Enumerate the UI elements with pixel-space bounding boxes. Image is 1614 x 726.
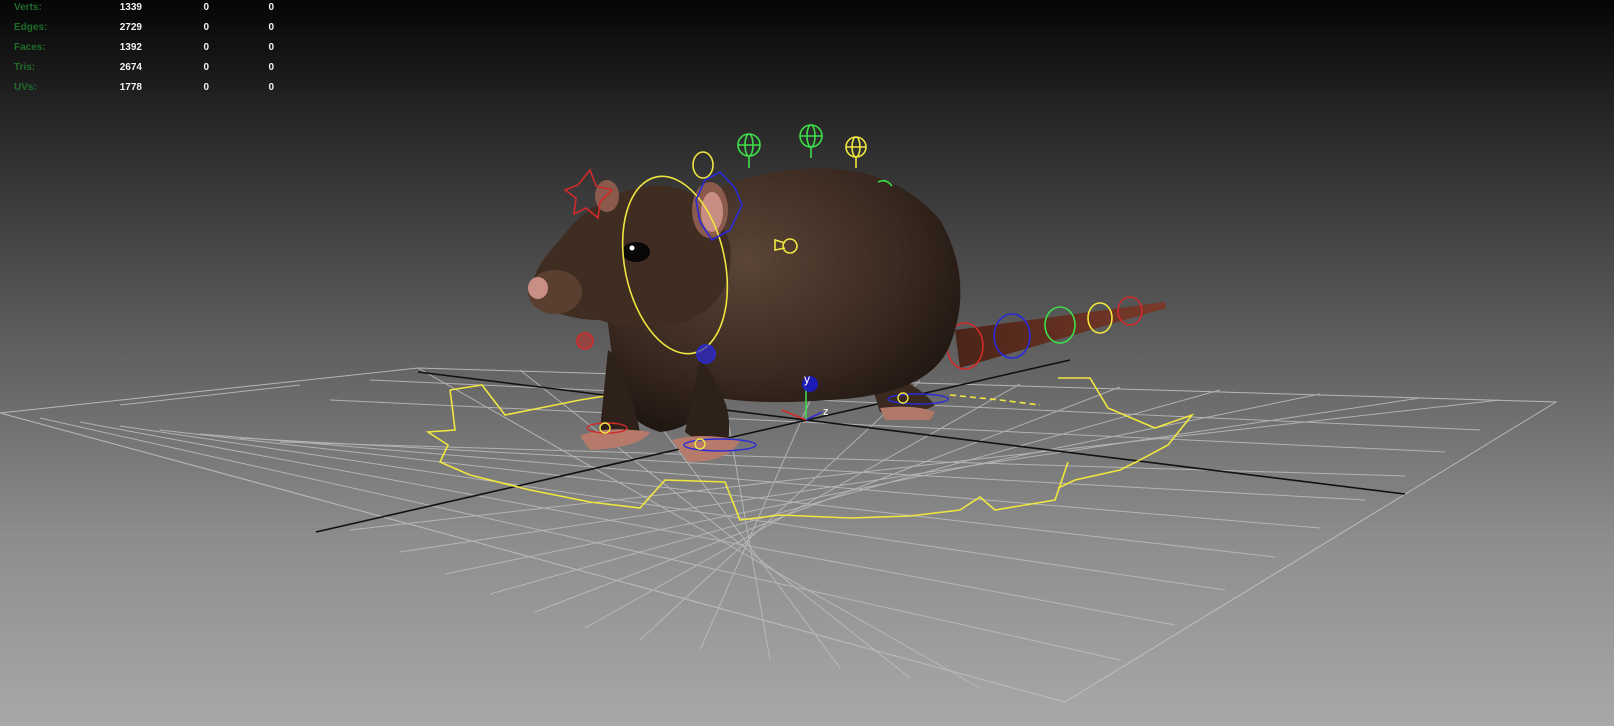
rat-tail — [955, 302, 1166, 368]
rat-model[interactable] — [528, 168, 961, 462]
hud-value: 1778 — [119, 82, 142, 93]
scene-canvas[interactable]: y z — [0, 0, 1614, 726]
grid-floor — [0, 367, 1558, 703]
hud-value: 1392 — [119, 42, 142, 53]
hud-value: 1339 — [119, 2, 142, 13]
hud-value: 0 — [203, 2, 209, 13]
hud-value: 0 — [268, 62, 274, 73]
hud-value: 2729 — [119, 22, 142, 33]
hud-value: 0 — [203, 22, 209, 33]
hud-label: Faces: — [14, 42, 46, 53]
hud-value: 2674 — [119, 62, 142, 73]
hud-value: 0 — [268, 22, 274, 33]
hud-label: UVs: — [14, 82, 37, 93]
3d-viewport[interactable]: Verts: 1339 0 0 Edges: 2729 0 0 Faces: 1… — [0, 0, 1614, 726]
hud-value: 0 — [203, 42, 209, 53]
hud-label: Tris: — [14, 62, 36, 73]
hud-value: 0 — [203, 62, 209, 73]
hud-label: Verts: — [14, 2, 42, 13]
hud-value: 0 — [203, 82, 209, 93]
axis-y-label: y — [804, 372, 810, 386]
axis-z-label: z — [823, 406, 829, 418]
hud-value: 0 — [268, 82, 274, 93]
hud-value: 0 — [268, 2, 274, 13]
hud-label: Edges: — [14, 22, 48, 33]
hud-value: 0 — [268, 42, 274, 53]
